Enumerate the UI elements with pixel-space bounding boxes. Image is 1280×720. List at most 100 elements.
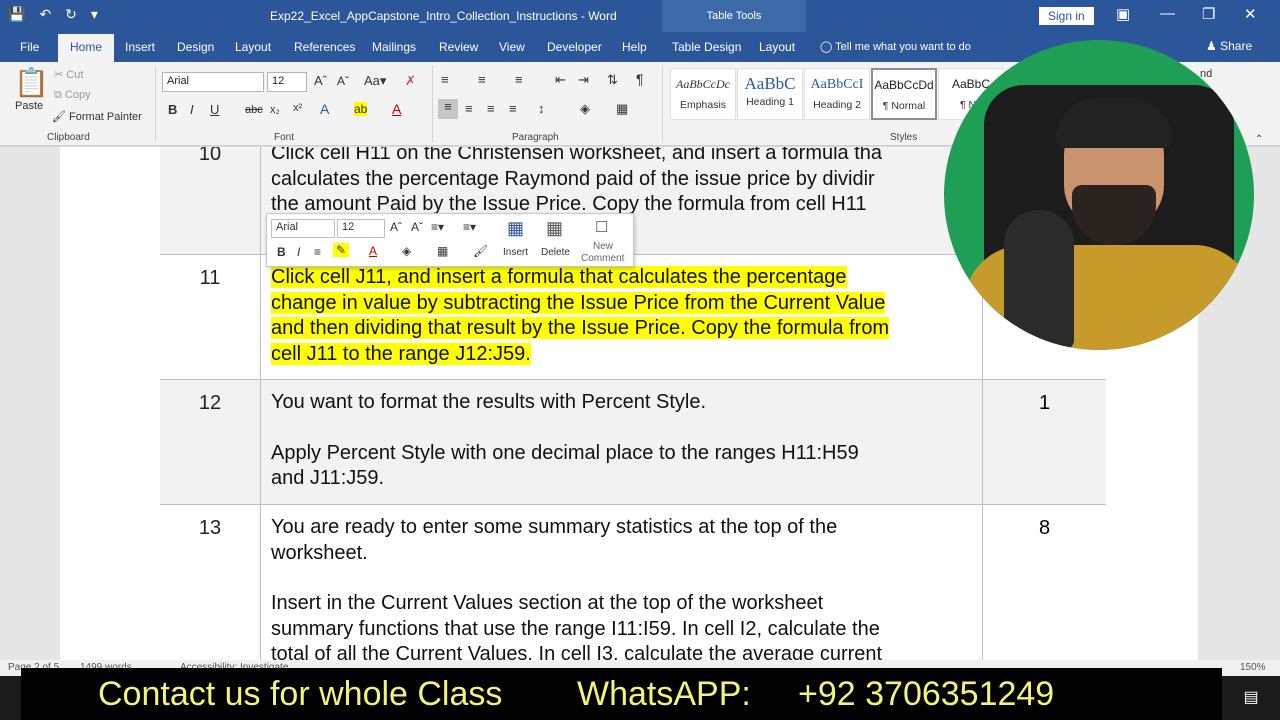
close-icon[interactable]: ✕ bbox=[1244, 5, 1257, 23]
tab-view[interactable]: View bbox=[499, 40, 525, 54]
tab-mailings[interactable]: Mailings bbox=[372, 40, 416, 54]
ribbon-display-options-icon[interactable]: ▣ bbox=[1116, 5, 1130, 23]
tab-insert[interactable]: Insert bbox=[125, 40, 155, 54]
undo-icon[interactable]: ↶ bbox=[39, 6, 51, 23]
shrink-font-icon[interactable]: Aˇ bbox=[411, 220, 423, 234]
highlight-icon[interactable]: ab bbox=[354, 102, 368, 116]
quick-access-toolbar: 💾 ↶ ↻ ▾ bbox=[8, 6, 98, 23]
bold-icon[interactable]: B bbox=[277, 245, 286, 259]
sign-in-button[interactable]: Sign in bbox=[1039, 7, 1094, 25]
style-heading-1[interactable]: AaBbC Heading 1 bbox=[737, 68, 803, 120]
highlighted-text: Click cell J11, and insert a formula tha… bbox=[271, 266, 847, 288]
delete-table-icon[interactable]: ▦ bbox=[546, 218, 563, 239]
change-case-icon[interactable]: Aa▾ bbox=[364, 73, 386, 89]
step-instructions[interactable]: Click cell J11, and insert a formula tha… bbox=[260, 255, 982, 379]
style-normal[interactable]: AaBbCcDd ¶ Normal bbox=[871, 68, 937, 120]
grow-font-icon[interactable]: Aˆ bbox=[390, 220, 402, 234]
tab-layout[interactable]: Layout bbox=[235, 40, 271, 54]
format-painter-icon[interactable]: 🖌 bbox=[473, 244, 488, 258]
justify-icon[interactable]: ≡ bbox=[509, 101, 517, 116]
copy-button[interactable]: ⧉ Copy bbox=[54, 89, 91, 102]
notification-icon[interactable]: ▤ bbox=[1222, 676, 1280, 720]
bullets-icon[interactable]: ≡▾ bbox=[431, 220, 444, 234]
borders-icon[interactable]: ▦ bbox=[616, 101, 628, 117]
step-instructions[interactable]: You want to format the results with Perc… bbox=[260, 380, 982, 504]
align-center-icon[interactable]: ≡ bbox=[465, 101, 473, 116]
tab-home[interactable]: Home bbox=[58, 34, 115, 62]
group-separator bbox=[155, 66, 156, 142]
font-color-icon[interactable]: A bbox=[392, 101, 401, 117]
redo-icon[interactable]: ↻ bbox=[65, 6, 77, 23]
italic-icon[interactable]: I bbox=[190, 102, 194, 117]
mini-font-size-field[interactable]: 12 bbox=[337, 219, 385, 238]
paste-icon[interactable]: 📋 bbox=[14, 66, 49, 99]
strikethrough-icon[interactable]: abc bbox=[245, 104, 263, 116]
insert-button[interactable]: Insert bbox=[503, 247, 528, 258]
shading-icon[interactable]: ◈ bbox=[580, 101, 590, 117]
align-right-icon[interactable]: ≡ bbox=[487, 101, 495, 116]
new-comment-label-2[interactable]: Comment bbox=[581, 253, 624, 264]
decrease-indent-icon[interactable]: ⇤ bbox=[555, 72, 566, 88]
webcam-overlay bbox=[944, 40, 1254, 350]
step-instructions[interactable]: You are ready to enter some summary stat… bbox=[260, 505, 982, 660]
step-number: 10 bbox=[198, 147, 222, 165]
style-emphasis[interactable]: AaBbCcDc Emphasis bbox=[670, 68, 736, 120]
increase-indent-icon[interactable]: ⇥ bbox=[578, 72, 589, 88]
tab-developer[interactable]: Developer bbox=[547, 40, 602, 54]
font-color-icon[interactable]: A bbox=[369, 244, 377, 258]
style-heading-2[interactable]: AaBbCcI Heading 2 bbox=[804, 68, 870, 120]
banner-whatsapp-label: WhatsAPP: bbox=[577, 675, 751, 713]
zoom-level[interactable]: 150% bbox=[1240, 662, 1266, 673]
subscript-icon[interactable]: x₂ bbox=[270, 104, 280, 116]
tab-table-design[interactable]: Table Design bbox=[672, 40, 741, 54]
tab-design[interactable]: Design bbox=[177, 40, 214, 54]
tab-review[interactable]: Review bbox=[439, 40, 478, 54]
new-comment-label-1[interactable]: New bbox=[593, 241, 613, 252]
underline-icon[interactable]: U bbox=[210, 102, 219, 117]
contact-banner: Contact us for whole Class WhatsAPP: +92… bbox=[21, 668, 1222, 720]
customize-qat-icon[interactable]: ▾ bbox=[91, 6, 98, 23]
format-painter-button[interactable]: 🖌 Format Painter bbox=[52, 110, 142, 123]
highlight-icon[interactable]: ✎ bbox=[333, 243, 350, 257]
minimize-icon[interactable]: — bbox=[1160, 5, 1175, 22]
superscript-icon[interactable]: x² bbox=[293, 102, 302, 114]
font-name-field[interactable]: Arial bbox=[162, 72, 264, 92]
borders-icon[interactable]: ▦ bbox=[437, 244, 448, 258]
tab-table-layout[interactable]: Layout bbox=[759, 40, 795, 54]
tab-file[interactable]: File bbox=[20, 40, 39, 54]
sort-icon[interactable]: ⇅ bbox=[607, 72, 618, 88]
clipboard-group-label: Clipboard bbox=[47, 132, 90, 143]
cut-button[interactable]: ✂ Cut bbox=[54, 68, 83, 81]
insert-table-icon[interactable]: ▦ bbox=[507, 218, 524, 239]
tab-help[interactable]: Help bbox=[622, 40, 647, 54]
bullets-icon[interactable]: ≡ bbox=[441, 72, 449, 87]
show-formatting-marks-icon[interactable]: ¶ bbox=[636, 71, 644, 87]
center-icon[interactable]: ≡ bbox=[314, 245, 321, 259]
mini-font-name-field[interactable]: Arial bbox=[271, 219, 335, 238]
tell-me-search[interactable]: ◯ Tell me what you want to do bbox=[820, 40, 971, 53]
share-button[interactable]: ♟ Share bbox=[1206, 39, 1252, 53]
line-spacing-icon[interactable]: ↕ bbox=[538, 101, 545, 116]
paste-button[interactable]: Paste bbox=[15, 100, 43, 112]
text-effects-icon[interactable]: A bbox=[320, 101, 329, 117]
multilevel-list-icon[interactable]: ≡ bbox=[515, 72, 523, 87]
step-number: 12 bbox=[198, 392, 222, 414]
restore-icon[interactable]: ❐ bbox=[1202, 5, 1215, 23]
font-size-field[interactable]: 12 bbox=[267, 72, 307, 92]
bold-icon[interactable]: B bbox=[168, 102, 177, 117]
clear-formatting-icon[interactable]: ✗ bbox=[405, 73, 416, 89]
grow-font-icon[interactable]: Aˆ bbox=[314, 73, 327, 88]
delete-button[interactable]: Delete bbox=[541, 247, 570, 258]
align-left-icon[interactable]: ≡ bbox=[438, 99, 458, 119]
title-bar: 💾 ↶ ↻ ▾ Exp22_Excel_AppCapstone_Intro_Co… bbox=[0, 0, 1280, 32]
save-icon[interactable]: 💾 bbox=[8, 6, 25, 23]
italic-icon[interactable]: I bbox=[297, 245, 300, 259]
shading-icon[interactable]: ◈ bbox=[402, 244, 411, 258]
highlighted-text: change in value by subtracting the Issue… bbox=[271, 291, 886, 314]
numbering-icon[interactable]: ≡▾ bbox=[463, 220, 476, 234]
numbering-icon[interactable]: ≡ bbox=[478, 72, 486, 87]
shrink-font-icon[interactable]: Aˇ bbox=[337, 74, 349, 88]
tab-references[interactable]: References bbox=[294, 40, 355, 54]
collapse-ribbon-icon[interactable]: ⌃ bbox=[1255, 134, 1263, 145]
new-comment-icon[interactable]: ☐ bbox=[595, 218, 608, 236]
